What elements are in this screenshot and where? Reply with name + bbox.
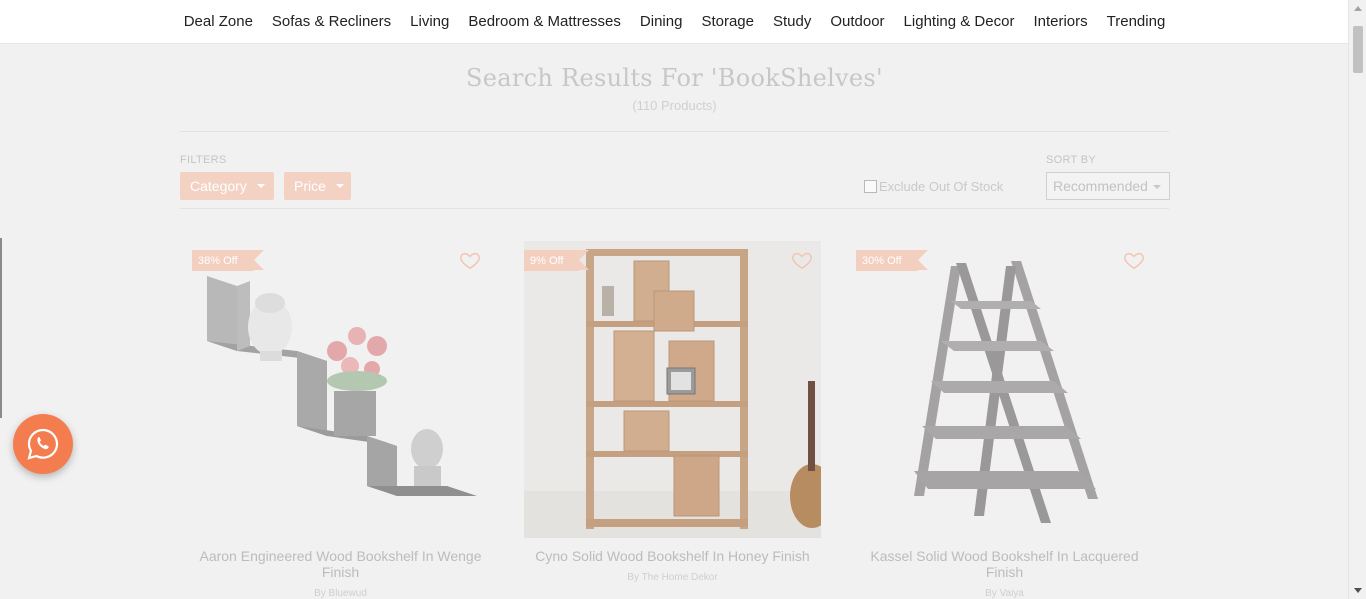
scrollbar-thumb[interactable] [1353,26,1363,73]
category-filter-button[interactable]: Category [180,172,274,200]
product-count: (110 Products) [632,98,717,113]
heart-outline-icon[interactable] [791,249,813,271]
nav-interiors[interactable]: Interiors [1024,13,1097,30]
whatsapp-icon [27,428,59,460]
scroll-up-arrow-icon[interactable] [1354,6,1362,11]
discount-badge: 30% Off [856,250,928,271]
nav-deal-zone[interactable]: Deal Zone [174,13,262,30]
top-navigation: Deal Zone Sofas & Recliners Living Bedro… [0,0,1349,44]
product-image-wooden-bookshelf [524,241,821,538]
search-results-title: Search Results For 'BookShelves' [466,64,883,92]
chevron-down-icon [1153,185,1161,189]
nav-dining[interactable]: Dining [630,13,692,30]
product-card[interactable]: 30% Off Kassel Solid Wood Bookshelf In L… [856,241,1153,599]
sort-by-label: SORT BY [1046,154,1096,166]
nav-storage[interactable]: Storage [692,13,764,30]
search-results-header: Search Results For 'BookShelves' (110 Pr… [180,64,1169,113]
discount-badge: 38% Off [192,250,264,271]
discount-text: 38% Off [198,254,238,267]
product-seller: By Bluewud [314,588,367,599]
nav-outdoor[interactable]: Outdoor [821,13,894,30]
chevron-down-icon [335,184,344,188]
product-image[interactable]: 9% Off [524,241,821,538]
nav-lighting-decor[interactable]: Lighting & Decor [894,13,1024,30]
filters-label: FILTERS [180,154,227,166]
whatsapp-chat-button[interactable] [13,414,73,474]
discount-text: 9% Off [530,254,564,267]
product-name[interactable]: Kassel Solid Wood Bookshelf In Lacquered… [856,548,1153,580]
product-card[interactable]: 38% Off Aaron Engineered Wood Bookshelf … [192,241,489,599]
heart-outline-icon[interactable] [459,249,481,271]
divider [180,131,1169,132]
price-filter-label: Price [294,178,326,194]
category-filter-label: Category [190,178,247,194]
nav-living[interactable]: Living [401,13,459,30]
sort-by-value: Recommended [1053,178,1148,194]
exclude-out-of-stock[interactable]: Exclude Out Of Stock [864,179,1003,194]
product-name[interactable]: Aaron Engineered Wood Bookshelf In Wenge… [192,548,489,580]
divider [180,208,1169,209]
product-card[interactable]: 9% Off Cyno Solid Wood Bookshelf In Hone… [524,241,821,583]
nav-bedroom-mattresses[interactable]: Bedroom & Mattresses [459,13,631,30]
discount-badge: 9% Off [524,250,590,275]
nav-trending[interactable]: Trending [1097,13,1175,30]
sort-by-select[interactable]: Recommended [1046,172,1170,200]
scroll-down-arrow-icon[interactable] [1354,588,1362,593]
side-tab[interactable] [0,238,2,418]
chevron-down-icon [256,184,265,188]
exclude-out-of-stock-checkbox[interactable] [864,180,877,193]
product-image-ladder-bookshelf [856,241,1153,538]
product-image[interactable]: 38% Off [192,241,489,538]
heart-outline-icon[interactable] [1123,249,1145,271]
product-seller: By The Home Dekor [627,572,718,583]
nav-study[interactable]: Study [763,13,820,30]
product-image-wall-shelf [192,241,489,538]
exclude-out-of-stock-label: Exclude Out Of Stock [879,179,1004,194]
product-seller: By Vaiya [985,588,1024,599]
product-image[interactable]: 30% Off [856,241,1153,538]
discount-text: 30% Off [862,254,902,267]
product-name[interactable]: Cyno Solid Wood Bookshelf In Honey Finis… [524,548,821,564]
nav-sofas-recliners[interactable]: Sofas & Recliners [262,13,400,30]
page-scrollbar[interactable] [1348,0,1366,599]
price-filter-button[interactable]: Price [284,172,351,200]
